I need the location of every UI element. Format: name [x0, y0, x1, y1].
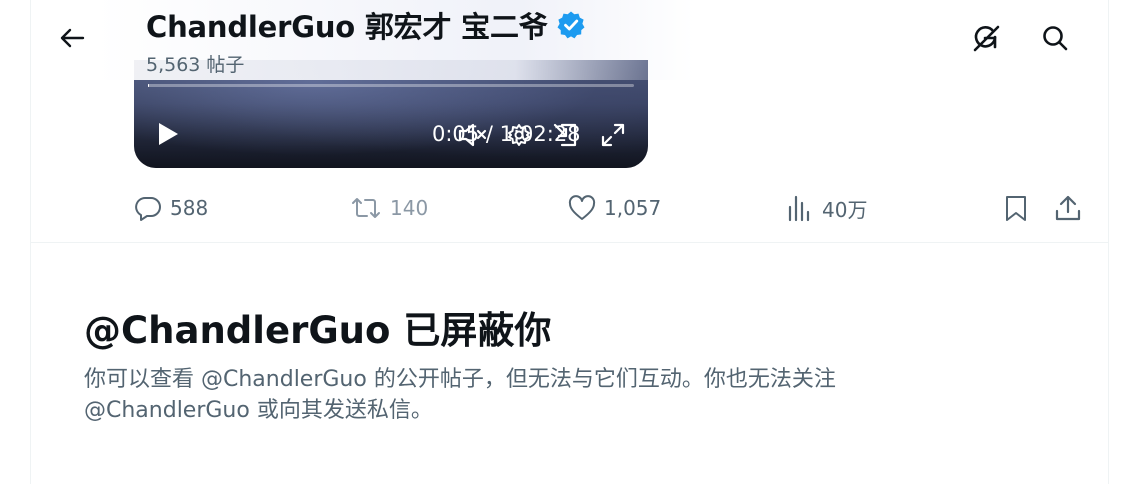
repost-count: 140 — [390, 196, 429, 220]
settings-button[interactable] — [502, 118, 536, 152]
pip-button[interactable] — [548, 118, 582, 152]
video-progress-bar[interactable] — [148, 84, 634, 87]
blocked-description-line: @ChandlerGuo 或向其发送私信。 — [84, 398, 433, 423]
view-count: 40万 — [822, 197, 868, 222]
play-icon — [159, 123, 178, 145]
fullscreen-icon — [601, 123, 625, 147]
grok-icon — [973, 25, 1000, 52]
fullscreen-button[interactable] — [596, 118, 630, 152]
reply-icon — [135, 197, 161, 221]
like-count: 1,057 — [604, 196, 662, 220]
bookmark-icon — [1006, 196, 1026, 221]
share-icon — [1055, 195, 1081, 221]
bookmark-button[interactable] — [1003, 190, 1029, 226]
post-count: 5,563 帖子 — [146, 54, 245, 76]
mute-icon — [458, 123, 487, 147]
blocked-description-line: 你可以查看 @ChandlerGuo 的公开帖子，但无法与它们互动。你也无法关注 — [84, 367, 836, 392]
search-icon — [1043, 26, 1068, 51]
blocked-description: 你可以查看 @ChandlerGuo 的公开帖子，但无法与它们互动。你也无法关注… — [84, 364, 984, 426]
header-title-group: ChandlerGuo 郭宏才 宝二爷 5,563 帖子 — [146, 4, 586, 77]
verified-badge-icon — [557, 11, 585, 39]
pip-icon — [553, 123, 577, 147]
reply-button[interactable]: 588 — [134, 190, 208, 226]
play-button[interactable] — [152, 118, 184, 150]
views-icon — [788, 195, 810, 222]
profile-header: ChandlerGuo 郭宏才 宝二爷 5,563 帖子 — [0, 0, 1134, 80]
post-action-bar: 588 140 1,057 40万 — [0, 190, 1134, 226]
mute-button[interactable] — [456, 118, 490, 152]
heart-icon — [568, 195, 596, 220]
repost-icon — [352, 198, 380, 218]
settings-icon — [508, 124, 530, 146]
search-button[interactable] — [1035, 18, 1075, 58]
back-arrow-icon — [60, 28, 85, 48]
section-divider — [30, 242, 1109, 243]
share-button[interactable] — [1054, 190, 1082, 226]
like-button[interactable]: 1,057 — [568, 190, 661, 226]
views-button[interactable]: 40万 — [786, 190, 867, 226]
repost-button[interactable]: 140 — [350, 190, 428, 226]
grok-button[interactable] — [966, 18, 1006, 58]
back-button[interactable] — [52, 18, 92, 58]
reply-count: 588 — [170, 196, 209, 220]
page-title: ChandlerGuo 郭宏才 宝二爷 — [146, 10, 548, 44]
blocked-title: @ChandlerGuo 已屏蔽你 — [84, 309, 552, 352]
video-progress-fill — [148, 84, 149, 87]
